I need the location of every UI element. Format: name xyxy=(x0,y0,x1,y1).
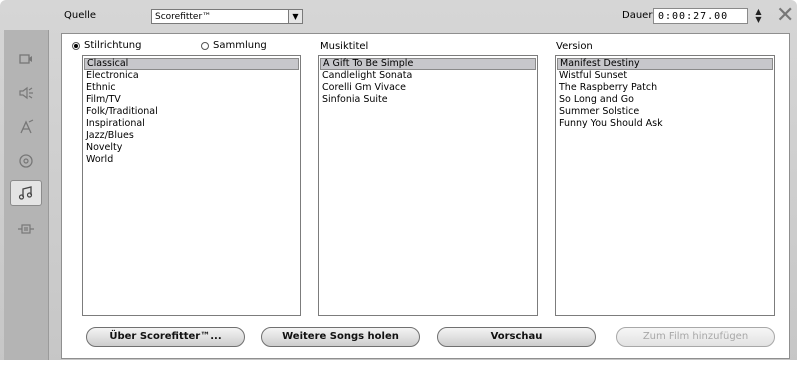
settings-icon[interactable] xyxy=(10,216,42,242)
duration-spinner[interactable]: ▲ ▼ xyxy=(752,8,765,26)
source-label: Quelle xyxy=(64,10,97,21)
duration-label: Dauer: xyxy=(622,10,656,21)
bottom-strip xyxy=(0,360,797,370)
add-to-movie-button[interactable]: Zum Film hinzufügen xyxy=(616,327,775,347)
top-bar: Quelle Scorefitter™ ▼ Dauer: 0:00:27.00 … xyxy=(56,3,797,31)
list-item[interactable]: So Long and Go xyxy=(557,94,773,106)
list-item[interactable]: Corelli Gm Vivace xyxy=(320,82,536,94)
sidebar xyxy=(4,30,49,360)
list-item[interactable]: Manifest Destiny xyxy=(557,58,773,70)
list-item[interactable]: Summer Solstice xyxy=(557,106,773,118)
list-item[interactable]: Sinfonia Suite xyxy=(320,94,536,106)
video-icon[interactable] xyxy=(10,46,42,72)
list-item[interactable]: Ethnic xyxy=(84,82,299,94)
list-item[interactable]: Electronica xyxy=(84,70,299,82)
list-item[interactable]: Folk/Traditional xyxy=(84,106,299,118)
about-scorefitter-button[interactable]: Über Scorefitter™... xyxy=(86,327,245,347)
list-item[interactable]: Jazz/Blues xyxy=(84,130,299,142)
radio-collection-label: Sammlung xyxy=(213,40,267,51)
arrow-down-icon[interactable]: ▼ xyxy=(752,16,765,24)
music-icon[interactable] xyxy=(10,180,42,206)
list-item[interactable]: World xyxy=(84,154,299,166)
list-item[interactable]: The Raspberry Patch xyxy=(557,82,773,94)
radio-selected-icon[interactable] xyxy=(72,41,80,50)
title-icon[interactable] xyxy=(10,114,42,140)
close-icon[interactable]: ✕ xyxy=(776,5,794,27)
style-list[interactable]: Classical Electronica Ethnic Film/TV Fol… xyxy=(82,55,301,316)
list-item[interactable]: Funny You Should Ask xyxy=(557,118,773,130)
list-item[interactable]: A Gift To Be Simple xyxy=(320,58,536,70)
radio-collection[interactable]: Sammlung xyxy=(201,40,267,51)
list-item[interactable]: Wistful Sunset xyxy=(557,70,773,82)
versions-header: Version xyxy=(556,41,593,52)
list-item[interactable]: Candlelight Sonata xyxy=(320,70,536,82)
disc-icon[interactable] xyxy=(10,148,42,174)
source-select-value: Scorefitter™ xyxy=(155,12,212,22)
radio-unselected-icon[interactable] xyxy=(201,41,209,50)
radio-style[interactable]: Stilrichtung xyxy=(72,40,142,51)
audio-icon[interactable] xyxy=(10,80,42,106)
source-select[interactable]: Scorefitter™ ▼ xyxy=(151,9,303,24)
chevron-down-icon[interactable]: ▼ xyxy=(288,10,302,23)
duration-field[interactable]: 0:00:27.00 xyxy=(653,8,748,24)
preview-button[interactable]: Vorschau xyxy=(437,327,596,347)
songs-list[interactable]: A Gift To Be Simple Candlelight Sonata C… xyxy=(318,55,538,316)
songs-header: Musiktitel xyxy=(320,41,369,52)
list-item[interactable]: Film/TV xyxy=(84,94,299,106)
versions-list[interactable]: Manifest Destiny Wistful Sunset The Rasp… xyxy=(555,55,775,316)
list-item[interactable]: Inspirational xyxy=(84,118,299,130)
main-panel: Stilrichtung Sammlung Musiktitel Version… xyxy=(61,33,790,359)
list-item[interactable]: Classical xyxy=(84,58,299,70)
list-item[interactable]: Novelty xyxy=(84,142,299,154)
more-songs-button[interactable]: Weitere Songs holen xyxy=(261,327,420,347)
radio-style-label: Stilrichtung xyxy=(84,40,142,51)
